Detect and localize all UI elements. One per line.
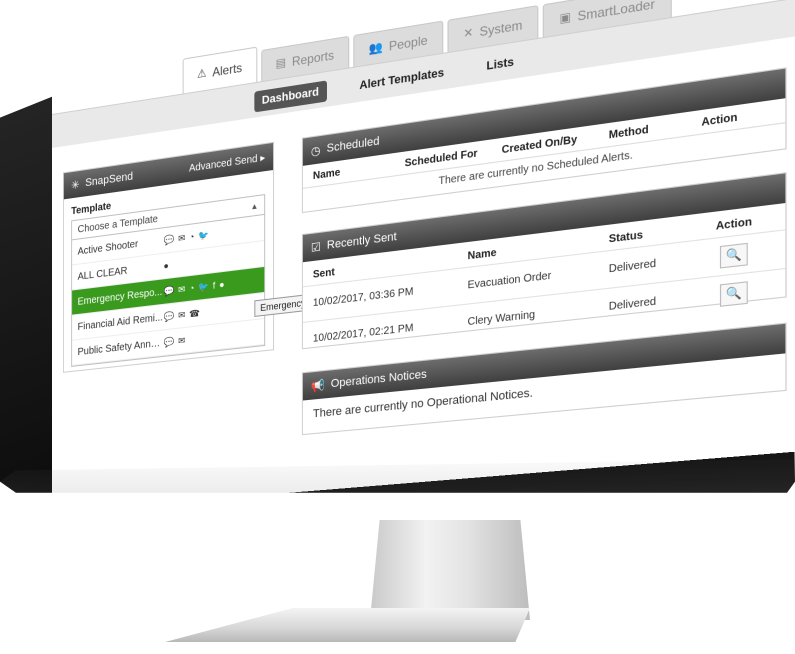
channel-icons: ● bbox=[164, 260, 169, 271]
snapsend-icon: ✳ bbox=[71, 178, 80, 192]
template-option-label: ALL CLEAR bbox=[77, 264, 128, 283]
action-cell: 🔍 bbox=[699, 278, 769, 308]
chat-icon: 💬 bbox=[163, 335, 175, 348]
loader-icon: ▣ bbox=[559, 10, 571, 26]
chat-icon: 💬 bbox=[163, 310, 175, 322]
email-icon: ✉ bbox=[178, 334, 186, 346]
chat-icon: 💬 bbox=[163, 233, 175, 246]
facebook-icon: f bbox=[212, 279, 216, 291]
alert-name: Clery Warning bbox=[467, 309, 536, 329]
subnav-lists[interactable]: Lists bbox=[478, 50, 523, 79]
clock-icon: ◷ bbox=[310, 143, 321, 158]
tab-label: SmartLoader bbox=[577, 0, 655, 24]
sent-time: 10/02/2017, 03:36 PM bbox=[312, 286, 414, 310]
snapsend-panel: ✳ SnapSend Advanced Send ▸ Template Choo… bbox=[62, 141, 275, 373]
view-details-button[interactable]: 🔍 bbox=[719, 280, 748, 307]
template-option-label: Emergency Respo... bbox=[77, 286, 163, 308]
tools-icon: ✕ bbox=[463, 26, 474, 41]
recently-sent-title: Recently Sent bbox=[326, 230, 397, 252]
view-details-button[interactable]: 🔍 bbox=[719, 242, 748, 268]
snapsend-title: SnapSend bbox=[85, 170, 134, 190]
alert-status: Delivered bbox=[608, 295, 657, 314]
monitor-stand-base bbox=[165, 608, 530, 642]
app-screen: ⚠ Alerts ▤ Reports 👥 People ✕ System ▣ S… bbox=[52, 0, 795, 512]
template-option-label: Financial Aid Remi... bbox=[77, 311, 163, 333]
template-option-label: Public Safety Anno... bbox=[77, 337, 164, 358]
channel-icons: 💬 ✉ ◔ 🐦 bbox=[164, 229, 209, 246]
rss-icon: ◔ bbox=[189, 282, 195, 294]
search-icon: 🔍 bbox=[725, 286, 742, 302]
report-icon: ▤ bbox=[275, 56, 286, 71]
megaphone-icon: 📢 bbox=[310, 378, 325, 393]
sent-time: 10/02/2017, 02:21 PM bbox=[312, 322, 414, 345]
desktop-alert-icon: ● bbox=[163, 260, 169, 272]
chat-icon: 💬 bbox=[163, 284, 175, 297]
rss-icon: ◔ bbox=[189, 230, 195, 242]
advanced-send-link[interactable]: Advanced Send ▸ bbox=[189, 152, 265, 174]
checkbox-icon: ☑ bbox=[310, 240, 321, 255]
channel-icons: 💬 ✉ ☎ bbox=[164, 307, 200, 322]
phone-icon: ☎ bbox=[189, 307, 200, 319]
alert-name: Evacuation Order bbox=[467, 270, 552, 292]
twitter-icon: 🐦 bbox=[198, 228, 209, 241]
operations-notices-title: Operations Notices bbox=[330, 368, 427, 391]
email-icon: ✉ bbox=[178, 283, 186, 295]
tab-label: People bbox=[388, 32, 428, 54]
email-icon: ✉ bbox=[178, 308, 186, 321]
tab-label: Alerts bbox=[212, 59, 243, 80]
channel-icons: 💬 ✉ bbox=[164, 335, 186, 349]
twitter-icon: 🐦 bbox=[198, 280, 209, 293]
template-dropdown-list: Active Shooter 💬 ✉ ◔ 🐦 ALL CLEAR ● Emerg… bbox=[71, 214, 266, 367]
action-cell: 🔍 bbox=[699, 240, 769, 271]
tab-label: System bbox=[479, 16, 523, 39]
desktop-alert-icon: ● bbox=[219, 278, 225, 290]
channel-icons: 💬 ✉ ◔ 🐦 f ● bbox=[164, 279, 225, 298]
template-option-label: Active Shooter bbox=[77, 238, 139, 258]
chevron-up-icon: ▲ bbox=[250, 200, 259, 212]
email-icon: ✉ bbox=[178, 232, 186, 244]
search-icon: 🔍 bbox=[725, 247, 742, 264]
scheduled-title: Scheduled bbox=[326, 134, 380, 156]
warning-icon: ⚠ bbox=[197, 67, 207, 82]
tab-label: Reports bbox=[291, 47, 335, 69]
alert-status: Delivered bbox=[608, 257, 657, 276]
people-icon: 👥 bbox=[368, 40, 383, 56]
